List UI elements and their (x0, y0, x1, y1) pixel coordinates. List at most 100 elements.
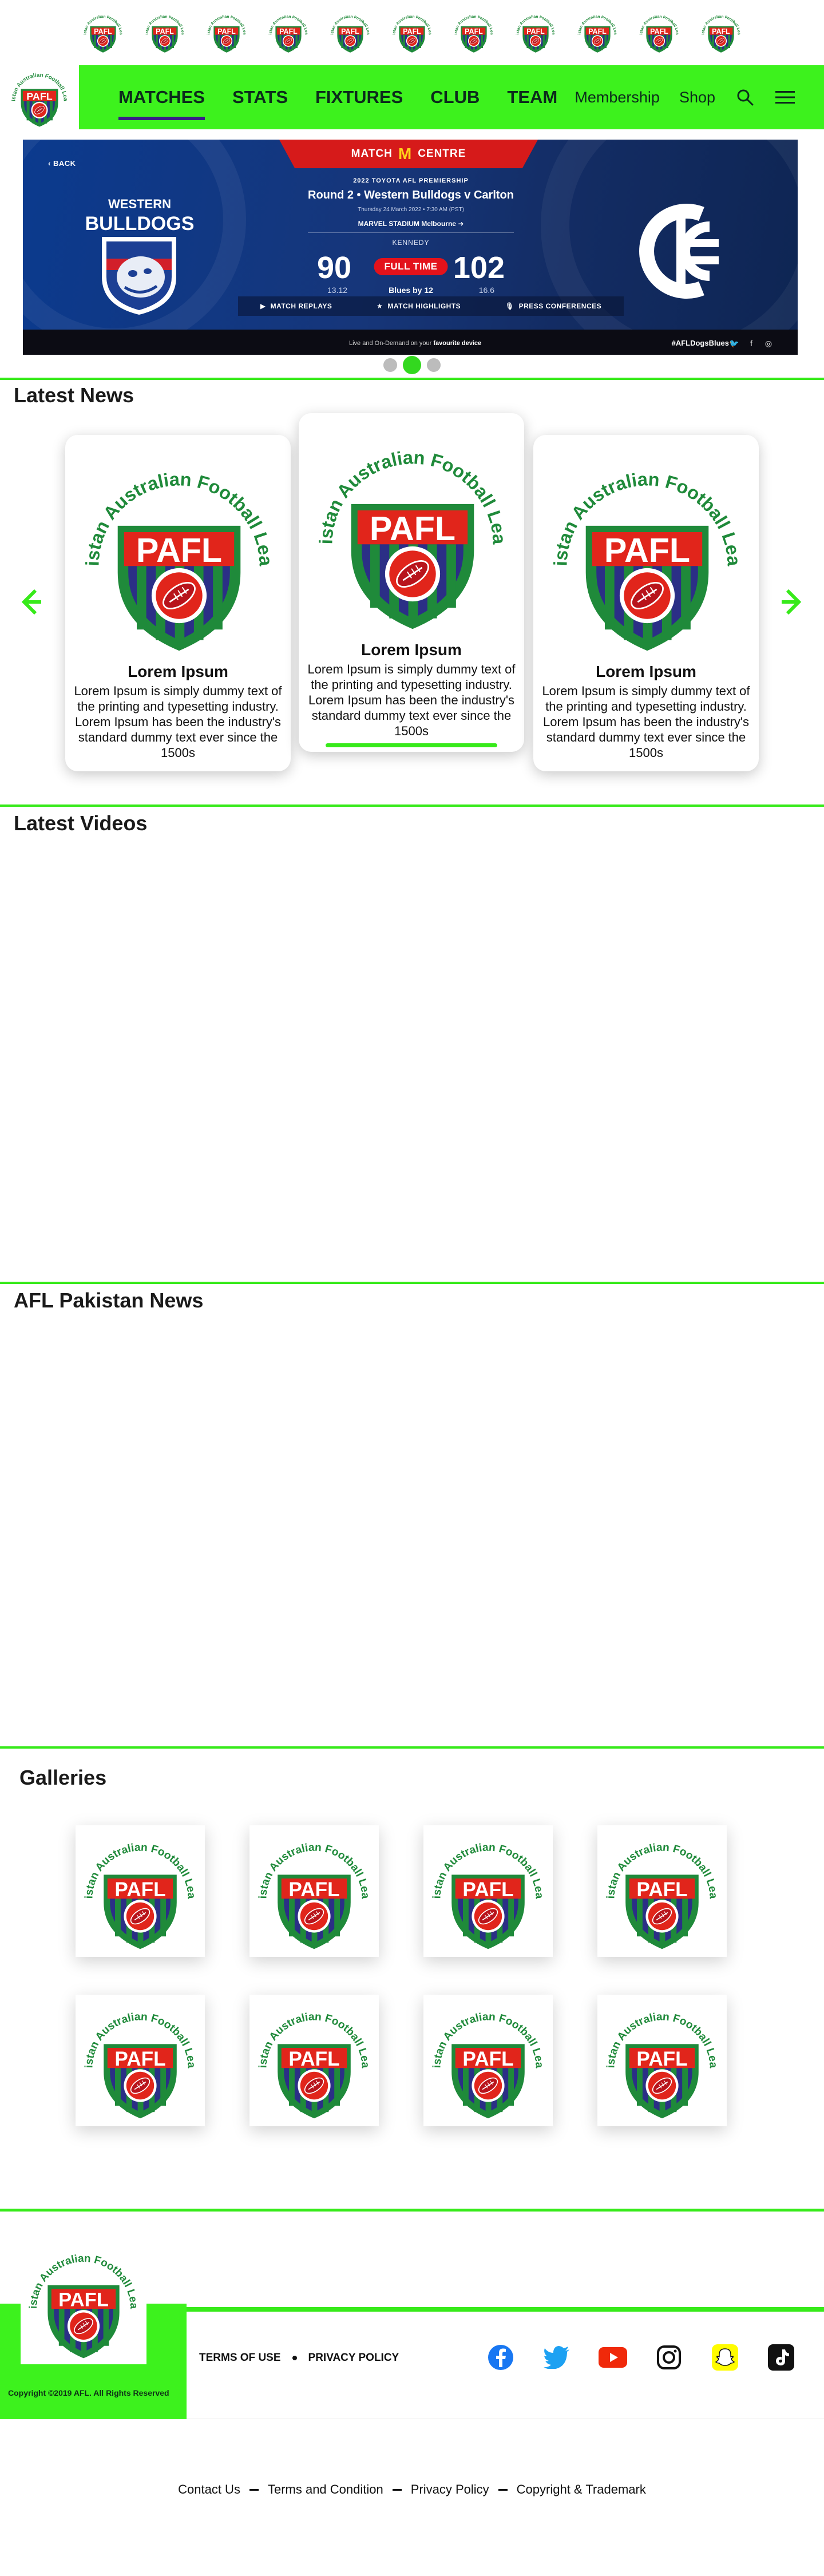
menu-icon[interactable] (775, 87, 795, 108)
gallery-item[interactable]: Pakistan Australian Football League PAFL (76, 1995, 205, 2126)
club-logo[interactable]: Pakistan Australian Football League PAFL (390, 10, 434, 54)
facebook-icon[interactable]: f (746, 338, 756, 348)
back-link[interactable]: ‹ BACK (48, 159, 76, 168)
logo-shield-text: PAFL (588, 27, 607, 35)
live-text-pre: Live and On-Demand on your (349, 340, 434, 347)
match-replays-label: MATCH REPLAYS (270, 302, 332, 310)
club-logo[interactable]: Pakistan Australian Football League PAFL (266, 10, 311, 54)
away-goals-behinds: 16.6 (478, 286, 494, 295)
latest-videos-title: Latest Videos (14, 811, 148, 835)
match-highlights-label: MATCH HIGHLIGHTS (387, 302, 461, 310)
club-logo[interactable]: Pakistan Australian Football League PAFL (637, 10, 682, 54)
match-margin: Blues by 12 (389, 286, 433, 295)
gallery-item[interactable]: Pakistan Australian Football League PAFL (249, 1825, 379, 1957)
pafl-logo: Pakistan Australian Football League PAFL (425, 1828, 545, 1949)
logo-shield-text: PAFL (136, 531, 222, 569)
footer-copyright: Copyright ©2019 AFL. All Rights Reserved (8, 2388, 169, 2397)
logo-shield-text: PAFL (58, 2289, 109, 2311)
youtube-icon[interactable] (599, 2343, 627, 2372)
tiktok-icon[interactable] (767, 2343, 795, 2372)
section-divider (0, 1746, 824, 1749)
logo-shield-text: PAFL (650, 27, 668, 35)
press-conferences-button[interactable]: 🎙 PRESS CONFERENCES (505, 302, 601, 310)
club-logo[interactable]: Pakistan Australian Football League PAFL (142, 10, 187, 54)
terms-of-use-link[interactable]: TERMS OF USE (199, 2352, 281, 2364)
nav-membership[interactable]: Membership (575, 89, 660, 106)
home-score: 90 (317, 251, 352, 285)
gallery-item[interactable]: Pakistan Australian Football League PAFL (597, 1995, 727, 2126)
news-next-arrow-icon[interactable] (775, 585, 809, 619)
carousel-dot-3[interactable] (427, 358, 441, 372)
match-highlights-button[interactable]: ★ MATCH HIGHLIGHTS (377, 302, 461, 310)
pafl-logo: Pakistan Australian Football League PAFL (7, 65, 69, 127)
bottom-links: Contact Us Terms and Condition Privacy P… (0, 2482, 824, 2497)
logo-shield-text: PAFL (288, 1879, 339, 1901)
nav-link-fixtures[interactable]: FIXTURES (315, 87, 403, 108)
gallery-item[interactable]: Pakistan Australian Football League PAFL (423, 1825, 553, 1957)
privacy-policy-bottom-link[interactable]: Privacy Policy (411, 2482, 489, 2497)
home-team-name: WESTERN BULLDOGS (77, 195, 203, 233)
banner-right: CENTRE (418, 148, 466, 160)
logo-shield-text: PAFL (604, 531, 690, 569)
pafl-logo: Pakistan Australian Football League PAFL (599, 1828, 719, 1949)
search-icon[interactable] (735, 87, 755, 108)
nav-link-club[interactable]: CLUB (430, 87, 480, 108)
pafl-logo: Pakistan Australian Football League PAFL (266, 10, 308, 53)
twitter-icon[interactable] (542, 2343, 571, 2372)
logo-shield-text: PAFL (114, 2048, 165, 2070)
gallery-item[interactable]: Pakistan Australian Football League PAFL (249, 1995, 379, 2126)
copyright-trademark-link[interactable]: Copyright & Trademark (517, 2482, 646, 2497)
logo-shield-text: PAFL (712, 27, 730, 35)
privacy-policy-link[interactable]: PRIVACY POLICY (308, 2352, 399, 2364)
venue-text: MARVEL STADIUM Melbourne (358, 220, 456, 228)
gallery-item[interactable]: Pakistan Australian Football League PAFL (76, 1825, 205, 1957)
nav-link-stats[interactable]: STATS (232, 87, 288, 108)
instagram-icon[interactable]: ◎ (763, 338, 774, 348)
gallery-item[interactable]: Pakistan Australian Football League PAFL (597, 1825, 727, 1957)
footer-social-icons (486, 2343, 795, 2372)
separator-dash (498, 2488, 508, 2491)
club-logo[interactable]: Pakistan Australian Football League PAFL (699, 10, 743, 54)
pafl-logo: Pakistan Australian Football League PAFL (142, 10, 185, 53)
club-logo[interactable]: Pakistan Australian Football League PAFL (575, 10, 620, 54)
round-label: Round 2 • Western Bulldogs v Carlton (308, 189, 514, 201)
hero-match-centre: ‹ BACK MATCH M CENTRE WESTERN BULLDOGS 2… (23, 140, 798, 355)
news-prev-arrow-icon[interactable] (14, 585, 48, 619)
club-logo[interactable]: Pakistan Australian Football League PAFL (513, 10, 558, 54)
pafl-logo: Pakistan Australian Football League PAFL (307, 426, 510, 629)
twitter-icon[interactable]: 🐦 (729, 338, 739, 348)
nav-link-matches[interactable]: MATCHES (118, 87, 205, 120)
nav-logo[interactable]: Pakistan Australian Football League PAFL (0, 65, 79, 129)
club-logo[interactable]: Pakistan Australian Football League PAFL (81, 10, 125, 54)
snapchat-icon[interactable] (711, 2343, 739, 2372)
match-replays-button[interactable]: ▶ MATCH REPLAYS (260, 302, 332, 310)
footer-logo[interactable]: Pakistan Australian Football League PAFL (21, 2238, 146, 2364)
club-logo[interactable]: Pakistan Australian Football League PAFL (451, 10, 496, 54)
club-logo[interactable]: Pakistan Australian Football League PAFL (328, 10, 373, 54)
logo-shield-text: PAFL (403, 27, 421, 35)
logo-shield-text: PAFL (114, 1879, 165, 1901)
news-card[interactable]: Pakistan Australian Football League PAFL… (65, 435, 291, 771)
pafl-logo: Pakistan Australian Football League PAFL (541, 447, 744, 651)
carousel-dot-1[interactable] (383, 358, 397, 372)
terms-and-condition-link[interactable]: Terms and Condition (268, 2482, 383, 2497)
separator-dot (292, 2356, 297, 2360)
carousel-dot-2[interactable] (403, 356, 421, 374)
hero-social-icons: 🐦 f ◎ (729, 338, 774, 348)
news-card-featured[interactable]: Pakistan Australian Football League PAFL… (299, 413, 524, 752)
news-card-text: Lorem Ipsum is simply dummy text of the … (542, 684, 750, 760)
contact-us-link[interactable]: Contact Us (178, 2482, 240, 2497)
instagram-icon[interactable] (655, 2343, 683, 2372)
nav-shop[interactable]: Shop (679, 89, 715, 106)
club-logo[interactable]: Pakistan Australian Football League PAFL (204, 10, 249, 54)
facebook-icon[interactable] (486, 2343, 515, 2372)
gallery-item[interactable]: Pakistan Australian Football League PAFL (423, 1995, 553, 2126)
bulldogs-logo-icon (102, 237, 176, 315)
logo-shield-text: PAFL (636, 2048, 687, 2070)
pafl-logo: Pakistan Australian Football League PAFL (77, 1998, 197, 2119)
news-card[interactable]: Pakistan Australian Football League PAFL… (533, 435, 759, 771)
news-card-text: Lorem Ipsum is simply dummy text of the … (74, 684, 282, 760)
pafl-logo: Pakistan Australian Football League PAFL (328, 10, 370, 53)
nav-link-team[interactable]: TEAM (507, 87, 557, 108)
news-card-title: Lorem Ipsum (128, 663, 228, 680)
